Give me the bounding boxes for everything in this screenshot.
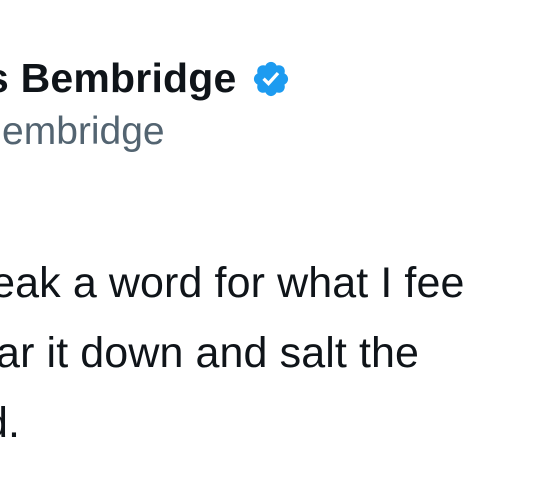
tweet-text-line: od.	[0, 399, 21, 447]
tweet-text-line: weak a word for what I fee	[0, 259, 465, 307]
author-handle[interactable]: Bembridge	[0, 106, 165, 158]
author-display-name[interactable]: s Bembridge	[0, 52, 237, 104]
tweet-text: weak a word for what I fee tear it down …	[0, 248, 560, 458]
tweet-text-line: tear it down and salt the	[0, 329, 420, 377]
tweet-screenshot: s Bembridge Bembridge weak a word for wh…	[0, 0, 560, 488]
tweet-header: s Bembridge Bembridge	[0, 0, 560, 170]
verified-badge-icon[interactable]	[251, 59, 291, 99]
author-name-row[interactable]: s Bembridge	[0, 52, 291, 104]
